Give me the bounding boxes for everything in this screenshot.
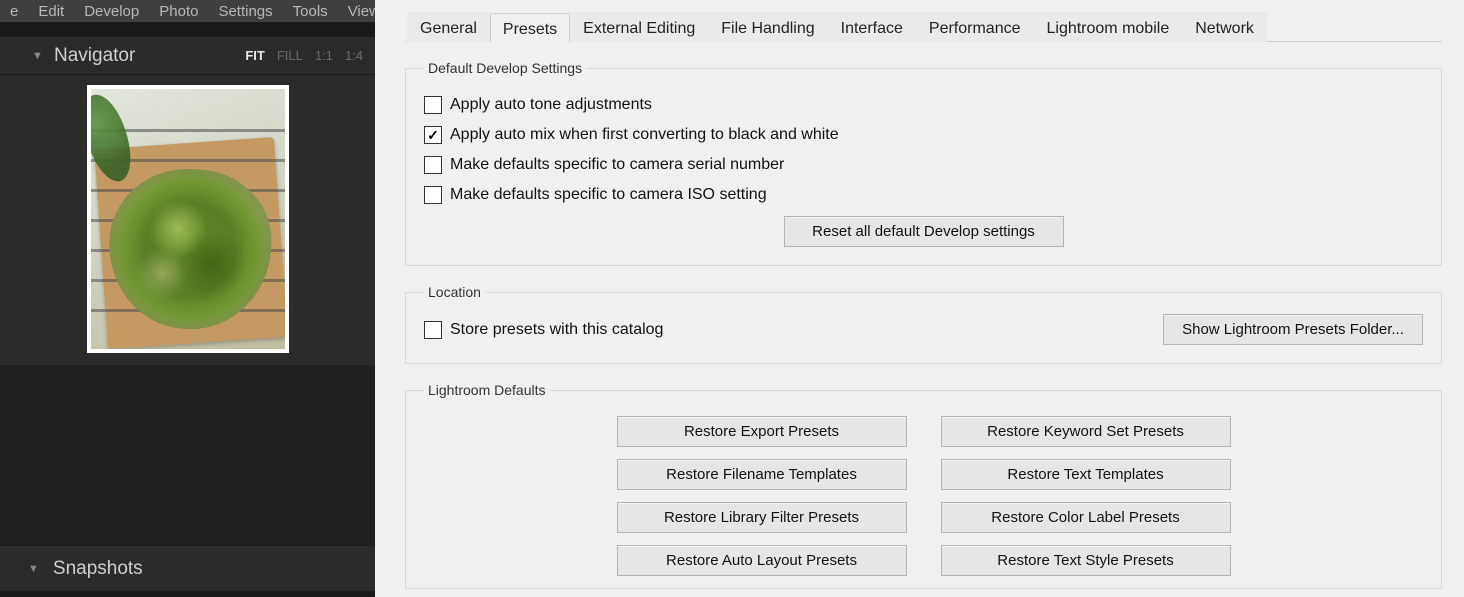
- show-presets-folder-button[interactable]: Show Lightroom Presets Folder...: [1163, 314, 1423, 345]
- restore-library-filter-presets-button[interactable]: Restore Library Filter Presets: [617, 502, 907, 533]
- disclosure-triangle-icon[interactable]: ▼: [28, 563, 39, 575]
- tab-lightroom-mobile[interactable]: Lightroom mobile: [1033, 12, 1182, 42]
- lightroom-defaults-group: Lightroom Defaults Restore Export Preset…: [405, 382, 1442, 589]
- navigator-title: Navigator: [54, 45, 135, 67]
- tab-presets[interactable]: Presets: [490, 13, 570, 43]
- checkbox-auto-mix-bw[interactable]: [424, 126, 442, 144]
- tab-external-editing[interactable]: External Editing: [570, 12, 708, 42]
- zoom-1-4[interactable]: 1:4: [345, 48, 363, 63]
- tab-interface[interactable]: Interface: [828, 12, 916, 42]
- group-legend: Default Develop Settings: [424, 60, 586, 76]
- restore-export-presets-button[interactable]: Restore Export Presets: [617, 416, 907, 447]
- restore-auto-layout-presets-button[interactable]: Restore Auto Layout Presets: [617, 545, 907, 576]
- reset-develop-defaults-button[interactable]: Reset all default Develop settings: [784, 216, 1064, 247]
- preferences-tabs: General Presets External Editing File Ha…: [405, 12, 1442, 42]
- zoom-fill[interactable]: FILL: [277, 48, 303, 63]
- tab-performance[interactable]: Performance: [916, 12, 1034, 42]
- menu-item[interactable]: Tools: [283, 3, 338, 20]
- checkbox-row: Store presets with this catalog: [424, 321, 663, 339]
- snapshots-title: Snapshots: [53, 558, 143, 580]
- navigator-zoom-controls: FIT FILL 1:1 1:4: [245, 48, 363, 63]
- navigator-thumbnail-area: [0, 74, 375, 365]
- checkbox-row: Make defaults specific to camera ISO set…: [424, 186, 1423, 204]
- checkbox-label: Store presets with this catalog: [450, 321, 663, 339]
- checkbox-store-presets-catalog[interactable]: [424, 321, 442, 339]
- menu-item[interactable]: Settings: [208, 3, 282, 20]
- panel-gap: [0, 365, 375, 545]
- checkbox-label: Apply auto mix when first converting to …: [450, 126, 839, 144]
- tab-general[interactable]: General: [407, 12, 490, 42]
- navigator-thumbnail[interactable]: [87, 85, 289, 353]
- restore-color-label-presets-button[interactable]: Restore Color Label Presets: [941, 502, 1231, 533]
- snapshots-header[interactable]: ▼ Snapshots: [0, 545, 375, 591]
- checkbox-label: Make defaults specific to camera serial …: [450, 156, 784, 174]
- checkbox-row: Make defaults specific to camera serial …: [424, 156, 1423, 174]
- tab-file-handling[interactable]: File Handling: [708, 12, 827, 42]
- checkbox-row: Apply auto tone adjustments: [424, 96, 1423, 114]
- tab-network[interactable]: Network: [1182, 12, 1267, 42]
- zoom-fit[interactable]: FIT: [245, 48, 265, 63]
- restore-text-templates-button[interactable]: Restore Text Templates: [941, 459, 1231, 490]
- restore-filename-templates-button[interactable]: Restore Filename Templates: [617, 459, 907, 490]
- restore-keyword-set-presets-button[interactable]: Restore Keyword Set Presets: [941, 416, 1231, 447]
- menu-item[interactable]: e: [0, 3, 28, 20]
- menu-item[interactable]: Photo: [149, 3, 208, 20]
- checkbox-camera-serial[interactable]: [424, 156, 442, 174]
- restore-text-style-presets-button[interactable]: Restore Text Style Presets: [941, 545, 1231, 576]
- checkbox-auto-tone[interactable]: [424, 96, 442, 114]
- group-legend: Lightroom Defaults: [424, 382, 550, 398]
- checkbox-label: Apply auto tone adjustments: [450, 96, 652, 114]
- checkbox-camera-iso[interactable]: [424, 186, 442, 204]
- preferences-dialog: General Presets External Editing File Ha…: [375, 0, 1464, 597]
- group-legend: Location: [424, 284, 485, 300]
- checkbox-row: Apply auto mix when first converting to …: [424, 126, 1423, 144]
- app-menubar: e Edit Develop Photo Settings Tools View: [0, 0, 375, 22]
- disclosure-triangle-icon[interactable]: ▼: [32, 50, 43, 62]
- menu-item[interactable]: Edit: [28, 3, 74, 20]
- location-group: Location Store presets with this catalog…: [405, 284, 1442, 364]
- menu-item[interactable]: Develop: [74, 3, 149, 20]
- checkbox-label: Make defaults specific to camera ISO set…: [450, 186, 767, 204]
- navigator-header[interactable]: ▼ Navigator FIT FILL 1:1 1:4: [0, 36, 375, 74]
- default-develop-settings-group: Default Develop Settings Apply auto tone…: [405, 60, 1442, 266]
- left-panel: ▼ Navigator FIT FILL 1:1 1:4 ▼ Snapsh: [0, 22, 375, 597]
- zoom-1-1[interactable]: 1:1: [315, 48, 333, 63]
